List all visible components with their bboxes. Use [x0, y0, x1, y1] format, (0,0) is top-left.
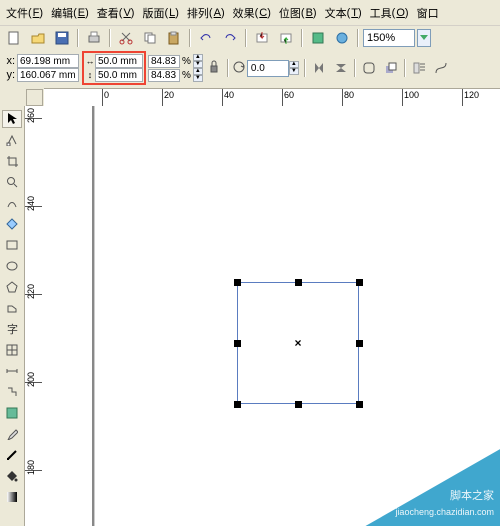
- mirror-h-button[interactable]: [308, 58, 330, 78]
- interactive-fill-tool[interactable]: [2, 488, 22, 506]
- crop-tool[interactable]: [2, 152, 22, 170]
- scale-x-spinner[interactable]: ▲▼: [193, 54, 203, 68]
- menu-bitmap[interactable]: 位图(B): [275, 3, 321, 23]
- selected-object[interactable]: ×: [237, 282, 359, 404]
- scale-y-input[interactable]: [148, 69, 180, 82]
- text-tool[interactable]: 字: [2, 320, 22, 338]
- pick-tool[interactable]: [2, 110, 22, 128]
- position-group: x: y:: [3, 54, 79, 82]
- toolbox: 字: [0, 106, 24, 526]
- selection-handle[interactable]: [295, 279, 302, 286]
- width-input[interactable]: [95, 54, 143, 68]
- save-button[interactable]: [51, 28, 73, 48]
- corner-rounding-button[interactable]: [358, 58, 380, 78]
- selection-handle[interactable]: [234, 401, 241, 408]
- paste-button[interactable]: [163, 28, 185, 48]
- cut-button[interactable]: [115, 28, 137, 48]
- page-edge: [92, 106, 94, 526]
- menu-file[interactable]: 文件(F): [2, 3, 47, 23]
- width-icon: ↔: [85, 55, 95, 67]
- work-area: 字 260240220200180 × 脚本之家jiaocheng.chazid…: [0, 106, 500, 526]
- outline-tool[interactable]: [2, 446, 22, 464]
- polygon-tool[interactable]: [2, 278, 22, 296]
- svg-text:字: 字: [7, 323, 18, 335]
- y-input[interactable]: [17, 68, 79, 82]
- rotation-spinner[interactable]: ▲▼: [289, 61, 299, 75]
- lock-ratio-button[interactable]: [205, 54, 223, 82]
- table-tool[interactable]: [2, 341, 22, 359]
- x-input[interactable]: [17, 54, 79, 68]
- shape-tool[interactable]: [2, 131, 22, 149]
- scale-group: %▲▼ %▲▼: [148, 54, 203, 82]
- rotation-group: ▲▼: [231, 59, 299, 78]
- selection-handle[interactable]: [234, 279, 241, 286]
- zoom-dropdown[interactable]: [417, 29, 431, 47]
- zoom-input[interactable]: [363, 29, 415, 47]
- new-button[interactable]: [3, 28, 25, 48]
- canvas[interactable]: × 脚本之家jiaocheng.chazidian.com: [42, 106, 500, 526]
- eyedropper-tool[interactable]: [2, 425, 22, 443]
- menu-effects[interactable]: 效果(C): [229, 3, 275, 23]
- undo-button[interactable]: [195, 28, 217, 48]
- x-label: x:: [3, 55, 17, 67]
- zoom-tool[interactable]: [2, 173, 22, 191]
- corel-online-button[interactable]: [331, 28, 353, 48]
- to-front-button[interactable]: [380, 58, 402, 78]
- property-bar: x: y: ↔ ↕ %▲▼ %▲▼ ▲▼: [0, 50, 500, 88]
- interactive-tool[interactable]: [2, 404, 22, 422]
- scale-y-spinner[interactable]: ▲▼: [193, 68, 203, 82]
- mirror-v-button[interactable]: [330, 58, 352, 78]
- watermark: 脚本之家jiaocheng.chazidian.com: [340, 436, 500, 526]
- smart-fill-tool[interactable]: [2, 215, 22, 233]
- ruler-origin[interactable]: [26, 89, 43, 106]
- size-group-highlighted: ↔ ↕: [82, 51, 146, 85]
- menu-layout[interactable]: 版面(L): [138, 3, 182, 23]
- fill-tool[interactable]: [2, 467, 22, 485]
- redo-button[interactable]: [219, 28, 241, 48]
- rectangle-tool[interactable]: [2, 236, 22, 254]
- menu-edit[interactable]: 编辑(E): [47, 3, 93, 23]
- menu-text[interactable]: 文本(T): [321, 3, 366, 23]
- open-button[interactable]: [27, 28, 49, 48]
- selection-handle[interactable]: [356, 401, 363, 408]
- scale-x-input[interactable]: [148, 55, 180, 68]
- menu-tools[interactable]: 工具(O): [366, 3, 413, 23]
- height-input[interactable]: [95, 68, 143, 82]
- export-button[interactable]: [275, 28, 297, 48]
- selection-handle[interactable]: [234, 340, 241, 347]
- standard-toolbar: [0, 26, 500, 50]
- ruler-vertical[interactable]: 260240220200180: [24, 106, 42, 526]
- rotation-icon: [231, 59, 247, 78]
- basic-shapes-tool[interactable]: [2, 299, 22, 317]
- ellipse-tool[interactable]: [2, 257, 22, 275]
- menubar: 文件(F) 编辑(E) 查看(V) 版面(L) 排列(A) 效果(C) 位图(B…: [0, 0, 500, 26]
- print-button[interactable]: [83, 28, 105, 48]
- freehand-tool[interactable]: [2, 194, 22, 212]
- copy-button[interactable]: [139, 28, 161, 48]
- menu-view[interactable]: 查看(V): [93, 3, 139, 23]
- wrap-text-button[interactable]: [408, 58, 430, 78]
- dimension-tool[interactable]: [2, 362, 22, 380]
- app-launcher-button[interactable]: [307, 28, 329, 48]
- selection-handle[interactable]: [295, 401, 302, 408]
- y-label: y:: [3, 69, 17, 81]
- selection-handle[interactable]: [356, 279, 363, 286]
- rotation-input[interactable]: [247, 60, 289, 77]
- connector-tool[interactable]: [2, 383, 22, 401]
- zoom-combo[interactable]: [363, 29, 431, 47]
- menu-arrange[interactable]: 排列(A): [183, 3, 229, 23]
- object-center-marker: ×: [294, 336, 301, 350]
- height-icon: ↕: [85, 69, 95, 81]
- menu-window[interactable]: 窗口: [413, 3, 443, 23]
- convert-curves-button[interactable]: [430, 58, 452, 78]
- ruler-horizontal[interactable]: 020406080100120: [44, 88, 500, 106]
- selection-handle[interactable]: [356, 340, 363, 347]
- import-button[interactable]: [251, 28, 273, 48]
